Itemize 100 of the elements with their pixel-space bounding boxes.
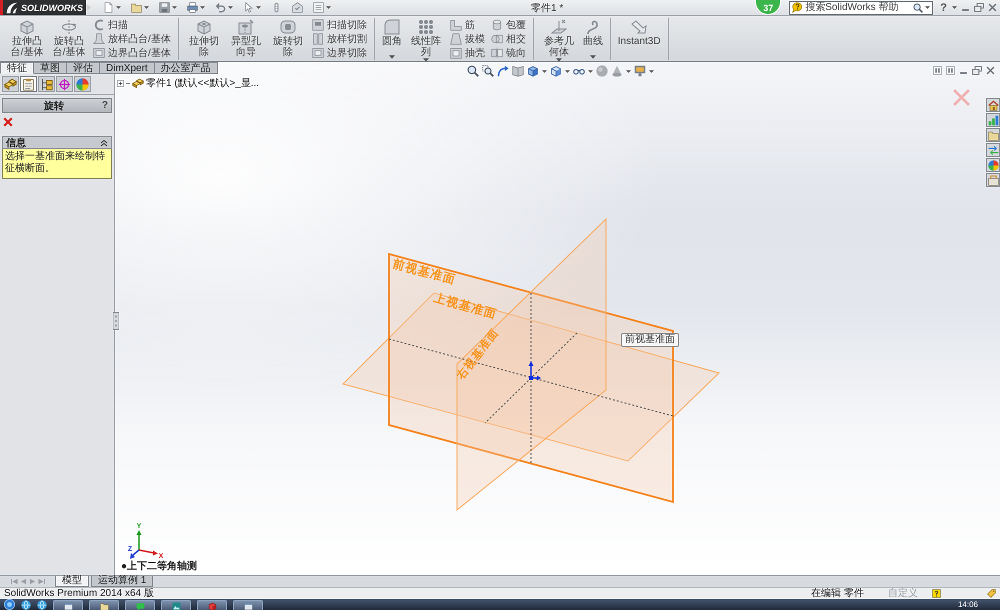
group-header[interactable]: 信息 (2, 136, 112, 149)
task-pane-tab[interactable] (986, 173, 1000, 187)
logo-menu-button[interactable]: SOLIDWORKS (0, 0, 86, 15)
page-icon[interactable] (103, 2, 114, 13)
caret-icon[interactable] (388, 55, 395, 59)
ribbon-button[interactable]: 圆角 (380, 18, 404, 60)
ribbon-button[interactable]: 筋 (450, 18, 485, 32)
ribbon-button[interactable]: 线性阵列 (406, 18, 446, 60)
ribbon-button[interactable]: 镜向 (490, 46, 526, 60)
caret-icon[interactable] (326, 6, 331, 9)
task-pane-tab[interactable] (986, 128, 1000, 142)
folder-icon[interactable] (131, 2, 142, 13)
printer-icon[interactable] (187, 2, 198, 13)
manager-tab[interactable] (56, 76, 73, 92)
ribbon-button[interactable]: 放样切割 (312, 32, 367, 46)
ribbon-button[interactable]: 包覆 (490, 18, 526, 32)
caret-icon[interactable] (172, 6, 177, 9)
help-button[interactable]: ? (102, 100, 108, 111)
ribbon-button[interactable]: 扫描切除 (312, 18, 367, 32)
close-icon[interactable] (986, 66, 995, 75)
ribbon-button[interactable]: 相交 (490, 32, 526, 46)
command-tab[interactable]: 评估 (67, 62, 100, 74)
house-check-icon[interactable] (292, 2, 303, 13)
ribbon-button[interactable]: 边界凸台/基体 (93, 46, 171, 60)
caret-icon[interactable] (952, 6, 957, 9)
reference-plane[interactable] (388, 252, 674, 504)
taskbar-button[interactable] (89, 600, 119, 610)
bottom-tab[interactable]: 运动算例 1 (91, 576, 154, 587)
tree-node-label[interactable]: 零件1 (默认<<默认>_显... (146, 76, 260, 90)
ribbon-button[interactable]: 拔模 (450, 32, 485, 46)
caret-icon[interactable] (649, 70, 654, 72)
manager-tab[interactable] (38, 76, 55, 92)
taskbar-button[interactable] (161, 600, 191, 610)
start-orb-icon[interactable] (4, 599, 15, 610)
diagonal-arrow-icon (631, 19, 648, 35)
globe-icon[interactable] (21, 600, 31, 610)
chevrons-up-icon[interactable] (100, 138, 108, 146)
expand-box-icon[interactable] (117, 80, 124, 86)
bottom-tab[interactable]: 模型 (55, 576, 89, 587)
close-icon[interactable] (988, 3, 997, 12)
caret-icon[interactable] (228, 6, 233, 9)
cursor-icon[interactable] (243, 2, 254, 13)
caret-icon[interactable] (626, 70, 631, 72)
ribbon-button[interactable]: 曲线 (580, 18, 605, 60)
manager-tab[interactable] (74, 76, 91, 92)
ribbon-button[interactable]: 边界切除 (312, 46, 367, 60)
caret-icon[interactable] (542, 70, 547, 72)
tag-icon[interactable] (987, 589, 996, 598)
ribbon-button[interactable]: 拉伸切除 (184, 18, 224, 60)
taskbar-button[interactable] (197, 600, 227, 610)
task-pane-tab[interactable] (986, 158, 1000, 172)
close-icon[interactable] (3, 117, 13, 127)
command-tab[interactable]: DimXpert (100, 62, 155, 74)
caret-icon[interactable] (565, 70, 570, 72)
caret-icon[interactable] (144, 6, 149, 9)
taskbar-button[interactable] (125, 600, 155, 610)
shaded-cube-icon[interactable] (527, 65, 539, 77)
magnifier-icon[interactable] (467, 65, 479, 77)
command-tab[interactable]: 办公室产品 (154, 62, 218, 74)
taskbar-button[interactable] (53, 600, 83, 610)
caret-icon[interactable] (200, 6, 205, 9)
restore-icon[interactable] (974, 3, 984, 12)
help-icon[interactable] (932, 589, 941, 598)
ribbon-button[interactable]: 旋转凸台/基体 (49, 18, 89, 60)
task-pane-tab[interactable] (986, 143, 1000, 157)
ribbon-button[interactable]: 放样凸台/基体 (93, 32, 171, 46)
caret-icon[interactable] (256, 6, 261, 9)
manager-tab[interactable] (20, 76, 37, 92)
caret-icon[interactable] (925, 6, 930, 9)
command-tab[interactable]: 特征 (0, 62, 34, 74)
task-pane-tab[interactable] (986, 98, 1000, 112)
search-icon[interactable] (913, 2, 924, 12)
book-icon[interactable] (512, 65, 524, 77)
search-field[interactable]: 搜索SolidWorks 帮助 (789, 0, 934, 14)
monitor-icon[interactable] (634, 65, 646, 77)
task-pane-tab[interactable] (986, 113, 1000, 127)
manager-tab[interactable] (2, 76, 19, 92)
cube-outline-icon[interactable] (550, 65, 562, 77)
curved-arrow-icon[interactable] (497, 65, 509, 77)
caret-icon[interactable] (116, 6, 121, 9)
ribbon-button[interactable]: 异型孔向导 (226, 18, 266, 60)
globe-icon[interactable] (37, 600, 47, 610)
taskbar-button[interactable] (233, 600, 263, 610)
ribbon-button[interactable]: 抽壳 (450, 46, 485, 60)
undo-icon[interactable] (215, 2, 226, 13)
command-tab[interactable]: 草图 (34, 62, 67, 74)
restore-icon[interactable] (972, 66, 982, 75)
help-button[interactable]: ? (939, 2, 948, 14)
list-icon[interactable] (313, 2, 324, 13)
ribbon-button[interactable]: 拉伸凸台/基体 (7, 18, 47, 60)
ribbon-button[interactable]: 参考几何体 (538, 18, 579, 60)
magnifier-box-icon[interactable] (482, 65, 494, 77)
caret-icon[interactable] (588, 70, 593, 72)
ribbon-button[interactable]: 旋转切除 (268, 18, 308, 60)
caret-icon[interactable] (590, 55, 596, 59)
split-window-icon[interactable] (946, 66, 955, 75)
split-window-icon[interactable] (933, 66, 942, 75)
ribbon-button[interactable]: Instant3D (616, 18, 663, 60)
ribbon-button[interactable]: 扫描 (93, 18, 171, 32)
splitter-grip-icon[interactable] (113, 312, 119, 330)
